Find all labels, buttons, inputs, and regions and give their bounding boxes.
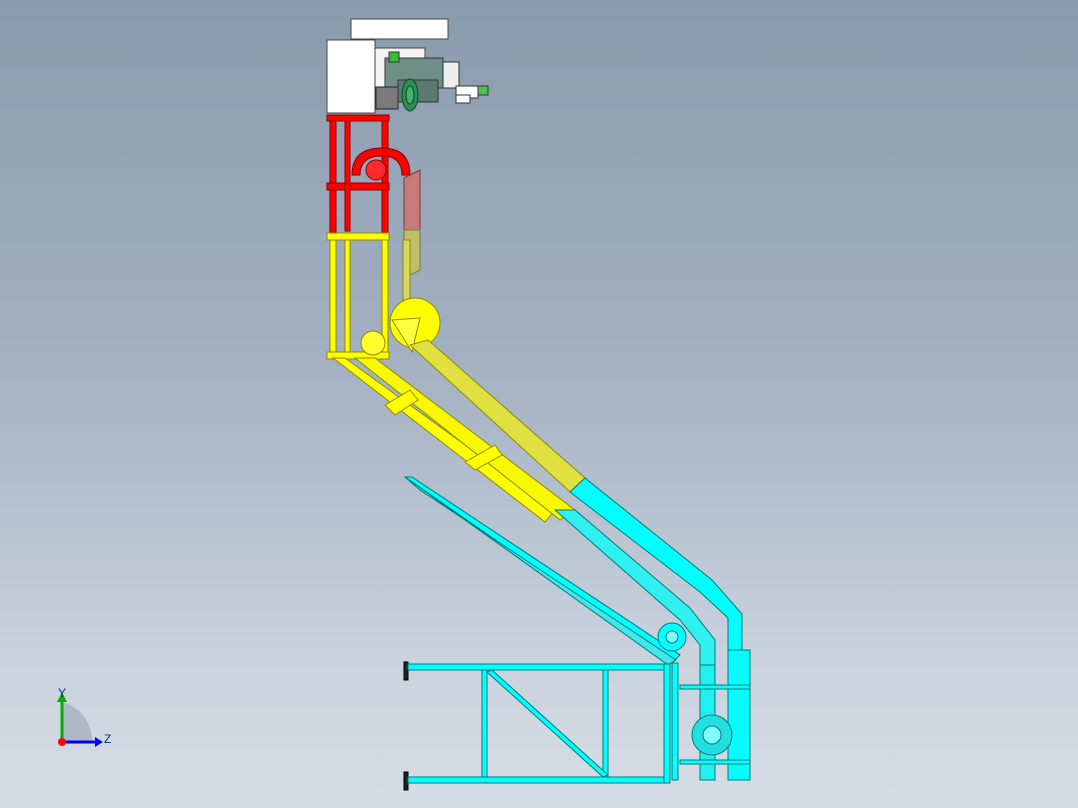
cad-viewport[interactable]: Y Z — [0, 0, 1078, 808]
motor-flange[interactable] — [401, 78, 419, 112]
y-axis-label: Y — [58, 686, 67, 700]
base-frame[interactable] — [403, 661, 671, 791]
z-axis-label: Z — [104, 732, 112, 746]
coordinate-triad: Y Z — [40, 680, 130, 760]
origin-icon — [58, 738, 66, 746]
upper-inclined-section[interactable] — [326, 232, 586, 523]
conveyor-assembly-model[interactable] — [0, 0, 1078, 808]
head-section[interactable] — [326, 114, 411, 234]
lower-inclined-section[interactable] — [403, 476, 751, 781]
